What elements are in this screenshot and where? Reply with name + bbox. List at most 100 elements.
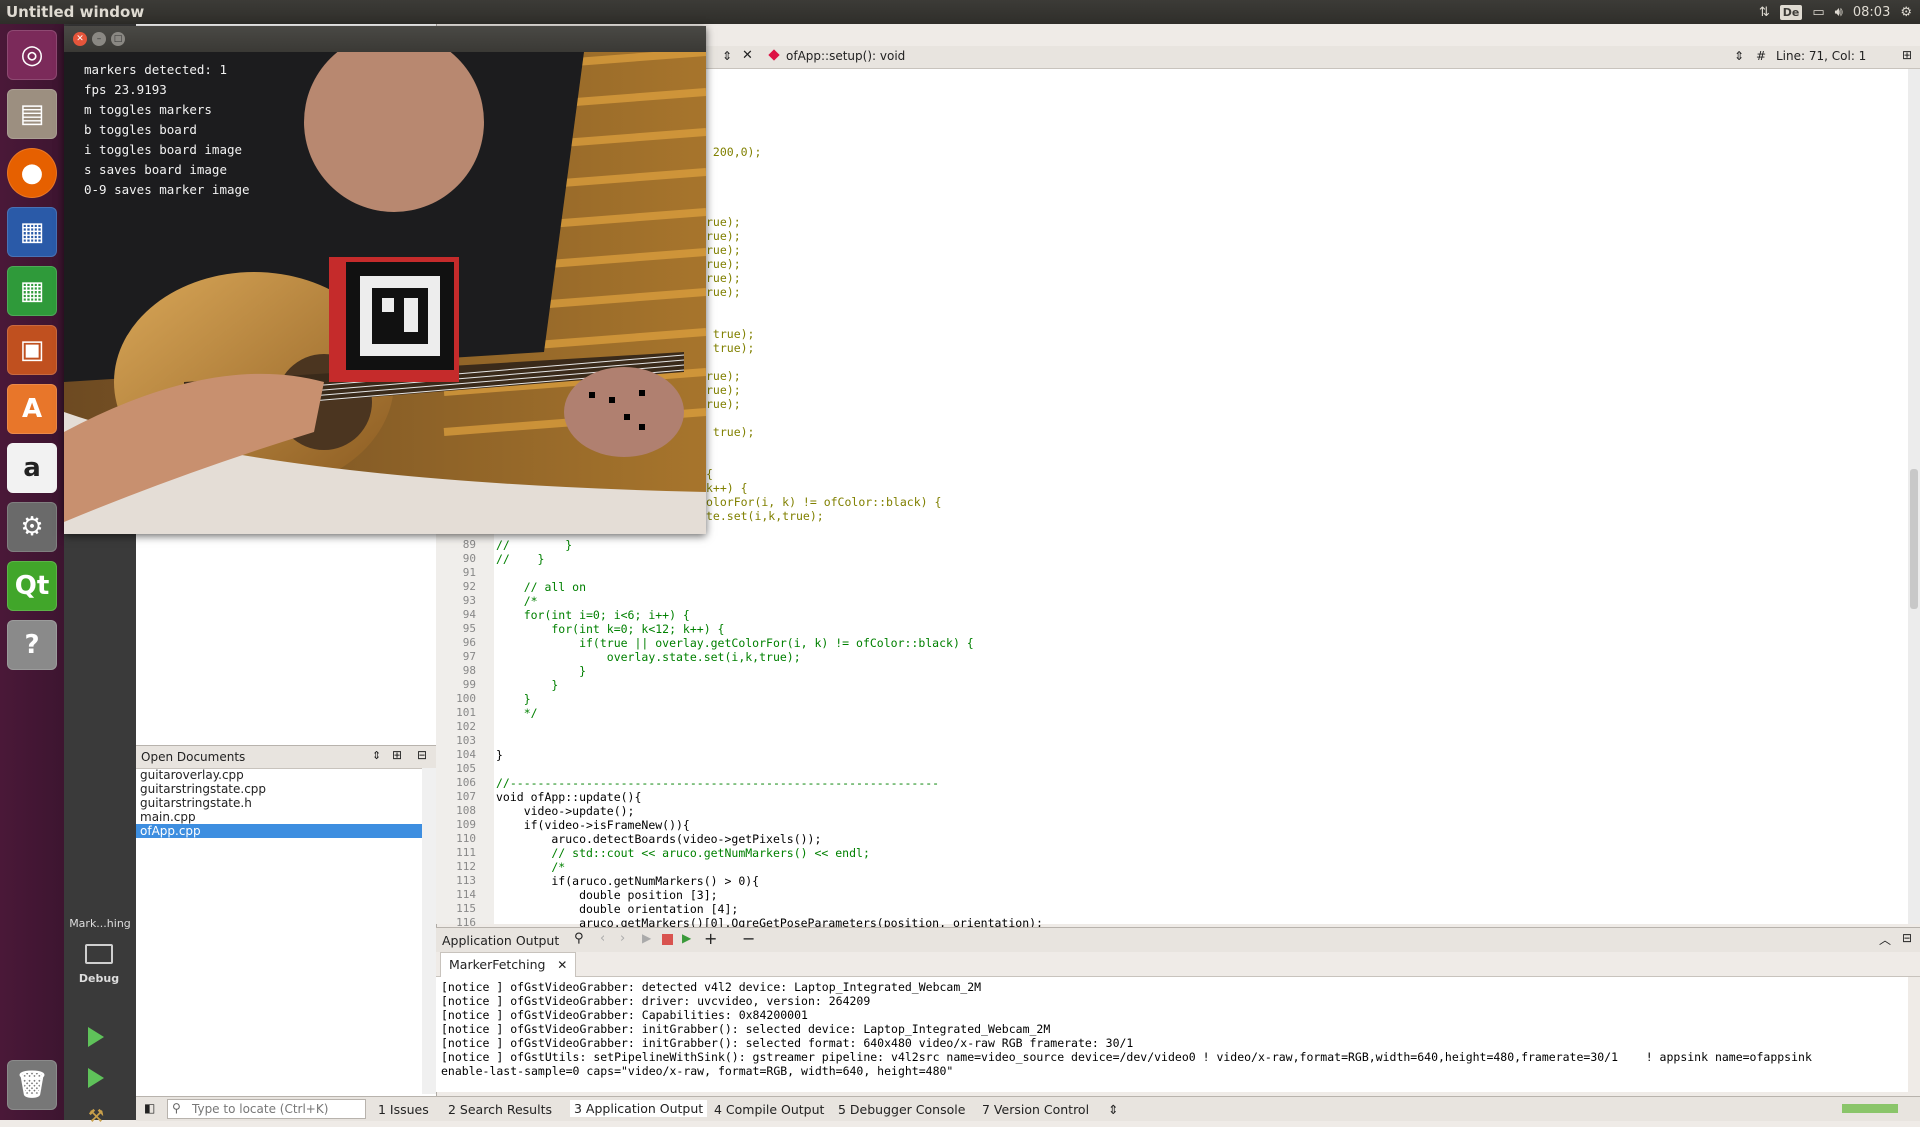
code-line: }	[496, 748, 503, 762]
locator-field[interactable]: ⚲ Type to locate (Ctrl+K)	[167, 1099, 366, 1119]
output-tab[interactable]: MarkerFetching ✕	[440, 952, 577, 977]
output-console[interactable]: [notice ] ofGstVideoGrabber: detected v4…	[436, 977, 1908, 1092]
maximize-pane-icon[interactable]: ︿	[1879, 931, 1891, 948]
line-number: 96	[462, 636, 476, 649]
settings-icon[interactable]: ⚙	[7, 502, 57, 552]
open-document-item[interactable]: main.cpp	[136, 810, 422, 824]
stop-icon[interactable]	[662, 934, 673, 945]
line-number: 115	[456, 902, 476, 915]
scrollbar-thumb[interactable]	[1910, 469, 1918, 609]
pane-button[interactable]: 3 Application Output	[570, 1100, 708, 1117]
ubuntu-dash-icon[interactable]: ◎	[7, 30, 57, 80]
open-document-item[interactable]: guitarstringstate.cpp	[136, 782, 422, 796]
split-editor-icon[interactable]: ⊞	[1902, 48, 1912, 62]
window-minimize-icon[interactable]: –	[92, 32, 106, 46]
pane-button[interactable]: 5 Debugger Console	[838, 1102, 965, 1117]
line-number: 114	[456, 888, 476, 901]
close-tab-icon[interactable]: ✕	[557, 958, 567, 972]
attach-icon[interactable]: ⚲	[574, 931, 584, 946]
pane-button[interactable]: 2 Search Results	[448, 1102, 552, 1117]
overlay-text-line: m toggles markers	[84, 102, 212, 117]
monitor-icon	[85, 944, 113, 964]
help-icon[interactable]: ?	[7, 620, 57, 670]
output-line: [notice ] ofGstVideoGrabber: initGrabber…	[441, 1022, 1051, 1036]
open-document-item[interactable]: ofApp.cpp	[136, 824, 422, 838]
pane-button[interactable]: 4 Compile Output	[714, 1102, 824, 1117]
line-number: 106	[456, 776, 476, 789]
battery-icon[interactable]: ▭	[1812, 5, 1824, 20]
run-icon[interactable]	[88, 1027, 104, 1047]
video-window-titlebar[interactable]: ✕ – □	[64, 26, 706, 52]
function-combo[interactable]: ofApp::setup(): void	[786, 49, 905, 63]
code-line-fragment: rue);	[706, 243, 741, 257]
editor-scrollbar[interactable]	[1908, 69, 1920, 924]
next-icon[interactable]: ›	[620, 931, 625, 946]
zoom-in-icon[interactable]: +	[704, 929, 717, 948]
code-line: void ofApp::update(){	[496, 790, 642, 804]
search-icon: ⚲	[172, 1101, 181, 1115]
toggle-sidebar-icon[interactable]: ◧	[144, 1101, 155, 1115]
code-line-fragment: true);	[706, 425, 755, 439]
open-document-item[interactable]: guitaroverlay.cpp	[136, 768, 422, 782]
clock[interactable]: 08:03	[1853, 5, 1890, 20]
file-combo-arrows-icon[interactable]: ⇕	[722, 49, 732, 63]
network-icon[interactable]: ⇅	[1759, 5, 1770, 20]
rerun-icon[interactable]: ▶	[642, 931, 651, 945]
line-number: 101	[456, 706, 476, 719]
writer-icon[interactable]: ▦	[7, 207, 57, 257]
volume-icon[interactable]: 🔊︎	[1835, 5, 1843, 20]
output-pane-header: Application Output ⚲ ‹ › ▶ ▶ + − ︿ ⊟	[436, 927, 1920, 952]
files-icon[interactable]: ▤	[7, 89, 57, 139]
code-editor[interactable]: 200,0); rue); rue); rue); rue); rue); rue); tr…	[494, 69, 1908, 930]
impress-icon[interactable]: ▣	[7, 325, 57, 375]
debug-icon[interactable]: ▶	[682, 931, 691, 945]
line-number: 104	[456, 748, 476, 761]
top-panel: Untitled window ⇅ De ▭ 🔊︎ 08:03 ⚙	[0, 0, 1920, 24]
zoom-out-icon[interactable]: −	[742, 929, 755, 948]
code-line: double position [3];	[496, 888, 718, 902]
close-output-icon[interactable]: ⊟	[1902, 931, 1912, 945]
software-center-icon[interactable]: A	[7, 384, 57, 434]
calc-icon[interactable]: ▦	[7, 266, 57, 316]
trash-icon[interactable]: 🗑︎	[7, 1060, 57, 1110]
code-line-fragment: olorFor(i, k) != ofColor::black) {	[706, 495, 942, 509]
overlay-text-line: markers detected: 1	[84, 62, 227, 77]
build-hammer-icon[interactable]: ⚒	[88, 1106, 104, 1127]
code-line: // std::cout << aruco.getNumMarkers() <<…	[496, 846, 870, 860]
open-document-item[interactable]: guitarstringstate.h	[136, 796, 422, 810]
build-config-selector[interactable]: Debug	[78, 936, 120, 996]
system-gear-icon[interactable]: ⚙	[1900, 5, 1912, 20]
qt-creator-icon[interactable]: Qt	[7, 561, 57, 611]
code-line-fragment: true);	[706, 341, 755, 355]
pane-button[interactable]: 7 Version Control	[982, 1102, 1089, 1117]
code-line: for(int k=0; k<12; k++) {	[496, 622, 725, 636]
output-line: enable-last-sample=0 caps="video/x-raw, …	[441, 1064, 954, 1078]
cursor-position[interactable]: Line: 71, Col: 1	[1776, 49, 1866, 63]
code-line: // }	[496, 552, 545, 566]
launcher: ◎ ▤ ● ▦ ▦ ▣ A a ⚙ Qt ? 🗑︎	[0, 24, 64, 1120]
video-window[interactable]: ✕ – □ markers detected: 1 fps 23.9193 m …	[64, 26, 706, 534]
code-line-fragment: rue);	[706, 369, 741, 383]
open-documents-scrollbar[interactable]	[422, 768, 436, 1094]
function-combo-arrows-icon[interactable]: ⇕	[1734, 49, 1744, 63]
debug-run-icon[interactable]	[88, 1068, 104, 1088]
more-panes-icon[interactable]: ⇕	[1108, 1102, 1118, 1117]
output-line: [notice ] ofGstVideoGrabber: initGrabber…	[441, 1036, 1134, 1050]
window-maximize-icon[interactable]: □	[111, 32, 125, 46]
amazon-icon[interactable]: a	[7, 443, 57, 493]
close-pane-icon[interactable]: ⊟	[417, 748, 427, 762]
firefox-icon[interactable]: ●	[7, 148, 57, 198]
hash-icon[interactable]: #	[1756, 49, 1766, 63]
updown-icon[interactable]: ⇕	[372, 749, 381, 762]
code-line: }	[496, 678, 559, 692]
output-line: [notice ] ofGstVideoGrabber: detected v4…	[441, 980, 982, 994]
window-close-icon[interactable]: ✕	[73, 32, 87, 46]
code-line: //--------------------------------------…	[496, 776, 940, 790]
overlay-text-line: fps 23.9193	[84, 82, 167, 97]
prev-icon[interactable]: ‹	[600, 931, 605, 946]
keyboard-layout-indicator[interactable]: De	[1779, 4, 1803, 20]
pane-button[interactable]: 1 Issues	[378, 1102, 429, 1117]
close-document-icon[interactable]: ✕	[742, 48, 753, 63]
split-icon[interactable]: ⊞	[392, 748, 402, 762]
line-number: 113	[456, 874, 476, 887]
